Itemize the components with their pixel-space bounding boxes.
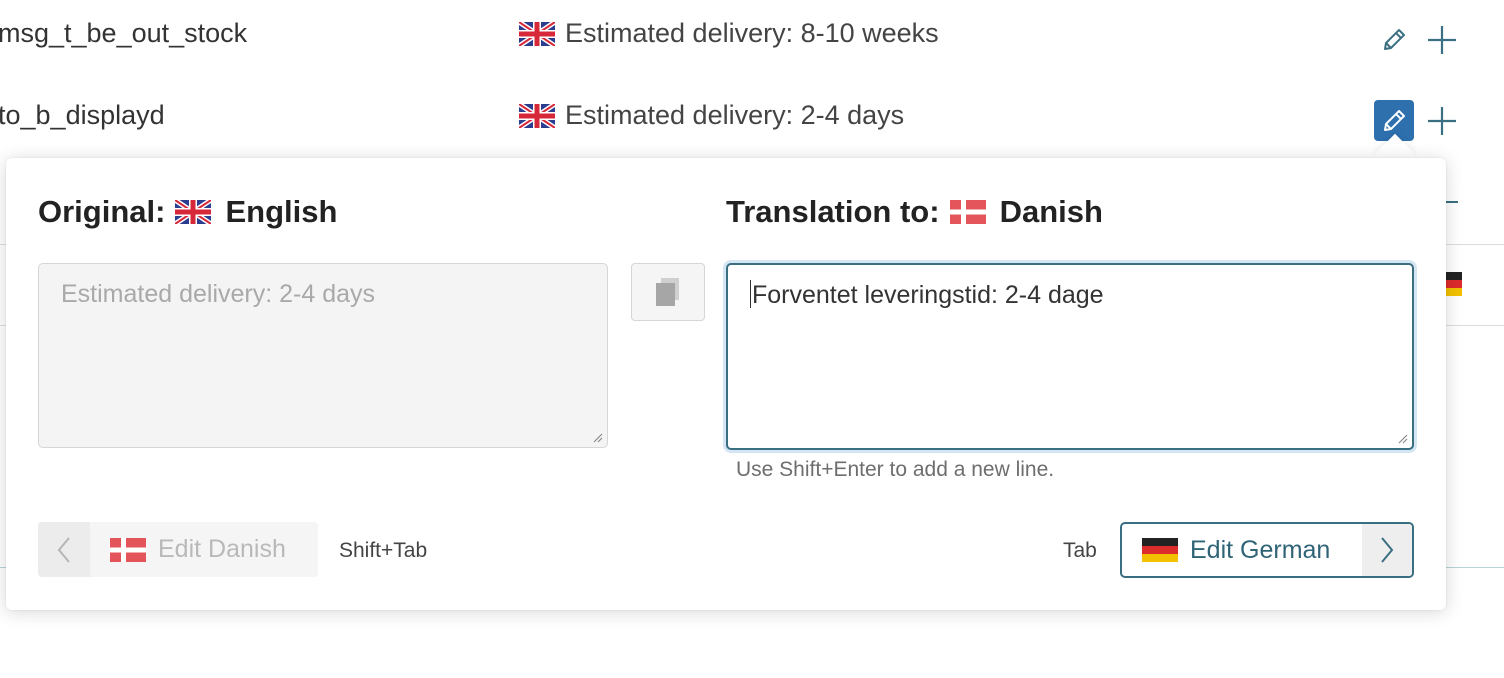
- danish-flag-icon: [949, 200, 986, 224]
- uk-flag-icon: [519, 103, 555, 128]
- resize-handle-icon[interactable]: [1396, 432, 1408, 444]
- prev-shortcut-hint: Shift+Tab: [339, 539, 428, 562]
- copy-icon: [656, 278, 679, 306]
- resize-handle-icon[interactable]: [591, 431, 603, 443]
- chevron-right-icon: [1362, 524, 1412, 576]
- translation-language: Danish: [999, 194, 1103, 229]
- row-key: msg_t_be_out_stock: [0, 18, 248, 48]
- edit-previous-language-button[interactable]: Edit Danish: [38, 522, 318, 577]
- original-language: English: [225, 194, 338, 229]
- add-button[interactable]: [1424, 102, 1460, 140]
- edit-previous-label: Edit Danish: [90, 522, 286, 577]
- pencil-icon: [1384, 109, 1405, 131]
- uk-flag-icon: [519, 21, 555, 46]
- newline-hint: Use Shift+Enter to add a new line.: [736, 458, 1055, 481]
- edit-next-text: Edit German: [1190, 535, 1331, 564]
- original-label: Original:: [38, 194, 166, 229]
- uk-flag-icon: [175, 200, 212, 224]
- translation-heading: Translation to: Danish: [726, 194, 1103, 230]
- chevron-left-icon: [38, 522, 90, 577]
- background-dash: [1446, 201, 1458, 203]
- translation-label: Translation to:: [726, 194, 940, 229]
- copy-original-button[interactable]: [631, 263, 705, 321]
- row-value: Estimated delivery: 2-4 days: [519, 100, 904, 131]
- row-value: Estimated delivery: 8-10 weeks: [519, 18, 939, 49]
- danish-flag-icon: [110, 537, 146, 562]
- divider: [1446, 325, 1504, 326]
- plus-icon: [1428, 26, 1456, 54]
- next-shortcut-hint: Tab: [1063, 539, 1097, 562]
- row-value-text: Estimated delivery: 8-10 weeks: [565, 18, 939, 48]
- translation-input[interactable]: Forventet leveringstid: 2-4 dage: [726, 263, 1414, 450]
- translation-popover: Original: English Translation to: Danish: [6, 158, 1446, 610]
- original-text: Estimated delivery: 2-4 days: [61, 280, 376, 308]
- german-flag-icon: [1142, 538, 1178, 562]
- row-value-text: Estimated delivery: 2-4 days: [565, 100, 905, 130]
- text-caret: [750, 280, 751, 308]
- edit-previous-text: Edit Danish: [158, 535, 286, 563]
- add-button[interactable]: [1424, 21, 1460, 59]
- edit-next-label: Edit German: [1122, 524, 1362, 576]
- original-heading: Original: English: [38, 194, 337, 230]
- divider: [1446, 244, 1504, 245]
- german-flag-icon: [1446, 272, 1462, 296]
- pencil-icon: [1384, 29, 1405, 50]
- translation-text: Forventet leveringstid: 2-4 dage: [752, 281, 1104, 309]
- plus-icon: [1428, 107, 1456, 135]
- edit-pencil-button[interactable]: [1375, 21, 1413, 59]
- edit-next-language-button[interactable]: Edit German: [1120, 522, 1414, 578]
- row-key: to_b_displayd: [0, 100, 165, 130]
- original-text-area: Estimated delivery: 2-4 days: [38, 263, 608, 448]
- divider: [1446, 567, 1504, 568]
